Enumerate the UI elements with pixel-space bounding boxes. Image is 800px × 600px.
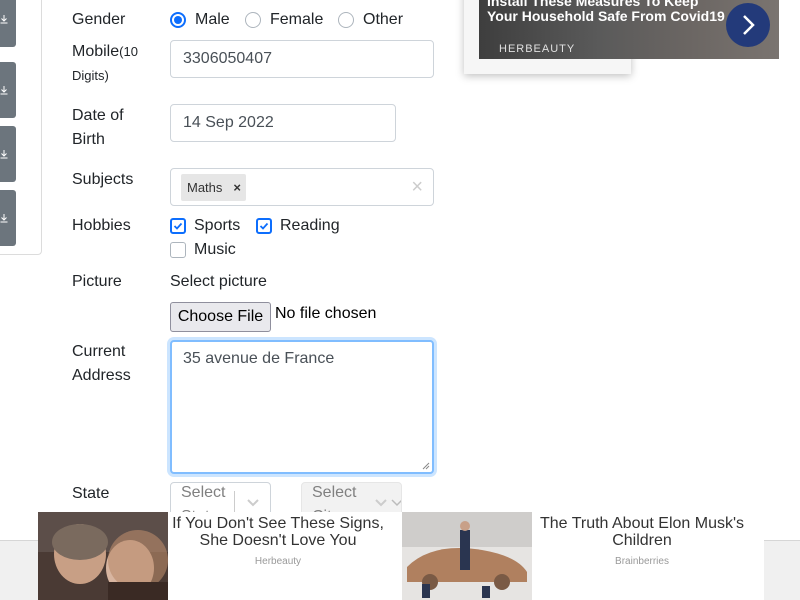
file-status-text: No file chosen bbox=[275, 305, 377, 322]
sidebar-download-button-4[interactable] bbox=[0, 190, 16, 246]
mobile-label: Mobile(10 Digits) bbox=[72, 40, 162, 88]
gender-radio-male[interactable]: Male bbox=[170, 8, 230, 32]
download-icon bbox=[0, 150, 7, 159]
ad-card-source-2: Brainberries bbox=[615, 556, 669, 567]
download-icon bbox=[0, 86, 7, 95]
gender-radio-female[interactable]: Female bbox=[245, 8, 323, 32]
check-icon bbox=[259, 222, 269, 230]
mobile-input[interactable]: 3306050407 bbox=[170, 40, 434, 78]
hobby-checkbox-reading[interactable]: Reading bbox=[256, 214, 340, 238]
chevron-down-icon bbox=[375, 499, 387, 507]
sidebar-panel bbox=[0, 0, 42, 255]
practice-form-page: Gender Male Female Other Mobile(10 Digit… bbox=[0, 0, 800, 600]
state-label: State bbox=[72, 485, 110, 502]
hobby-checkbox-sports[interactable]: Sports bbox=[170, 214, 240, 238]
ad-top-title[interactable]: Install These Measures To Keep Your Hous… bbox=[487, 0, 732, 24]
chevron-down-icon bbox=[247, 499, 259, 507]
checkbox[interactable] bbox=[170, 218, 186, 234]
subjects-input[interactable]: Maths × × bbox=[170, 168, 434, 206]
mobile-label-text: Mobile bbox=[72, 43, 120, 60]
hobbies-label: Hobbies bbox=[72, 217, 131, 234]
checkbox[interactable] bbox=[170, 242, 186, 258]
checkbox-label: Reading bbox=[280, 217, 340, 234]
ad-image-couple[interactable] bbox=[38, 512, 168, 600]
select-picture-label: Select picture bbox=[170, 273, 267, 290]
subject-chip-label: Maths bbox=[187, 180, 223, 195]
ad-top-source: HERBEAUTY bbox=[499, 43, 576, 55]
chip-remove-icon[interactable]: × bbox=[228, 180, 246, 195]
gender-label: Gender bbox=[72, 11, 126, 28]
hobby-checkbox-music[interactable]: Music bbox=[170, 238, 236, 262]
dob-label: Date of Birth bbox=[72, 107, 124, 148]
subject-chip: Maths × bbox=[181, 174, 246, 201]
download-icon bbox=[0, 214, 7, 223]
bottom-ad-container: If You Don't See These Signs, She Doesn'… bbox=[38, 512, 764, 600]
resize-grip-icon[interactable] bbox=[422, 462, 430, 470]
radio-button[interactable] bbox=[245, 12, 261, 28]
check-icon bbox=[173, 222, 183, 230]
radio-label: Female bbox=[270, 11, 324, 28]
sidebar-download-button-2[interactable] bbox=[0, 62, 16, 118]
ad-image-car-model[interactable] bbox=[402, 512, 532, 600]
chevron-down-icon bbox=[391, 499, 401, 507]
select-separator bbox=[234, 491, 235, 513]
choose-file-button[interactable]: Choose File bbox=[170, 302, 271, 332]
ad-card-title-2[interactable]: The Truth About Elon Musk's Children bbox=[532, 515, 752, 549]
current-address-label: Current Address bbox=[72, 343, 131, 384]
checkbox-label: Sports bbox=[194, 217, 241, 234]
radio-label: Other bbox=[363, 11, 404, 28]
dob-input[interactable]: 14 Sep 2022 bbox=[170, 104, 396, 142]
current-address-value: 35 avenue de France bbox=[183, 350, 335, 367]
radio-button[interactable] bbox=[170, 12, 186, 28]
ad-next-button[interactable] bbox=[726, 3, 770, 47]
subjects-label: Subjects bbox=[72, 171, 134, 188]
sidebar-download-button-1[interactable] bbox=[0, 0, 16, 47]
clear-icon[interactable]: × bbox=[411, 176, 423, 198]
gender-radio-other[interactable]: Other bbox=[338, 8, 403, 32]
radio-label: Male bbox=[195, 11, 230, 28]
checkbox-label: Music bbox=[194, 241, 236, 258]
checkbox[interactable] bbox=[256, 218, 272, 234]
ad-top-banner[interactable]: Install These Measures To Keep Your Hous… bbox=[479, 0, 779, 59]
picture-label: Picture bbox=[72, 273, 122, 290]
chevron-right-icon bbox=[743, 15, 755, 35]
download-icon bbox=[0, 15, 7, 24]
ad-card-source-1: Herbeauty bbox=[254, 556, 302, 567]
current-address-textarea[interactable]: 35 avenue de France bbox=[170, 340, 434, 474]
ad-card-title-1[interactable]: If You Don't See These Signs, She Doesn'… bbox=[168, 515, 388, 549]
sidebar-download-button-3[interactable] bbox=[0, 126, 16, 182]
radio-button[interactable] bbox=[338, 12, 354, 28]
